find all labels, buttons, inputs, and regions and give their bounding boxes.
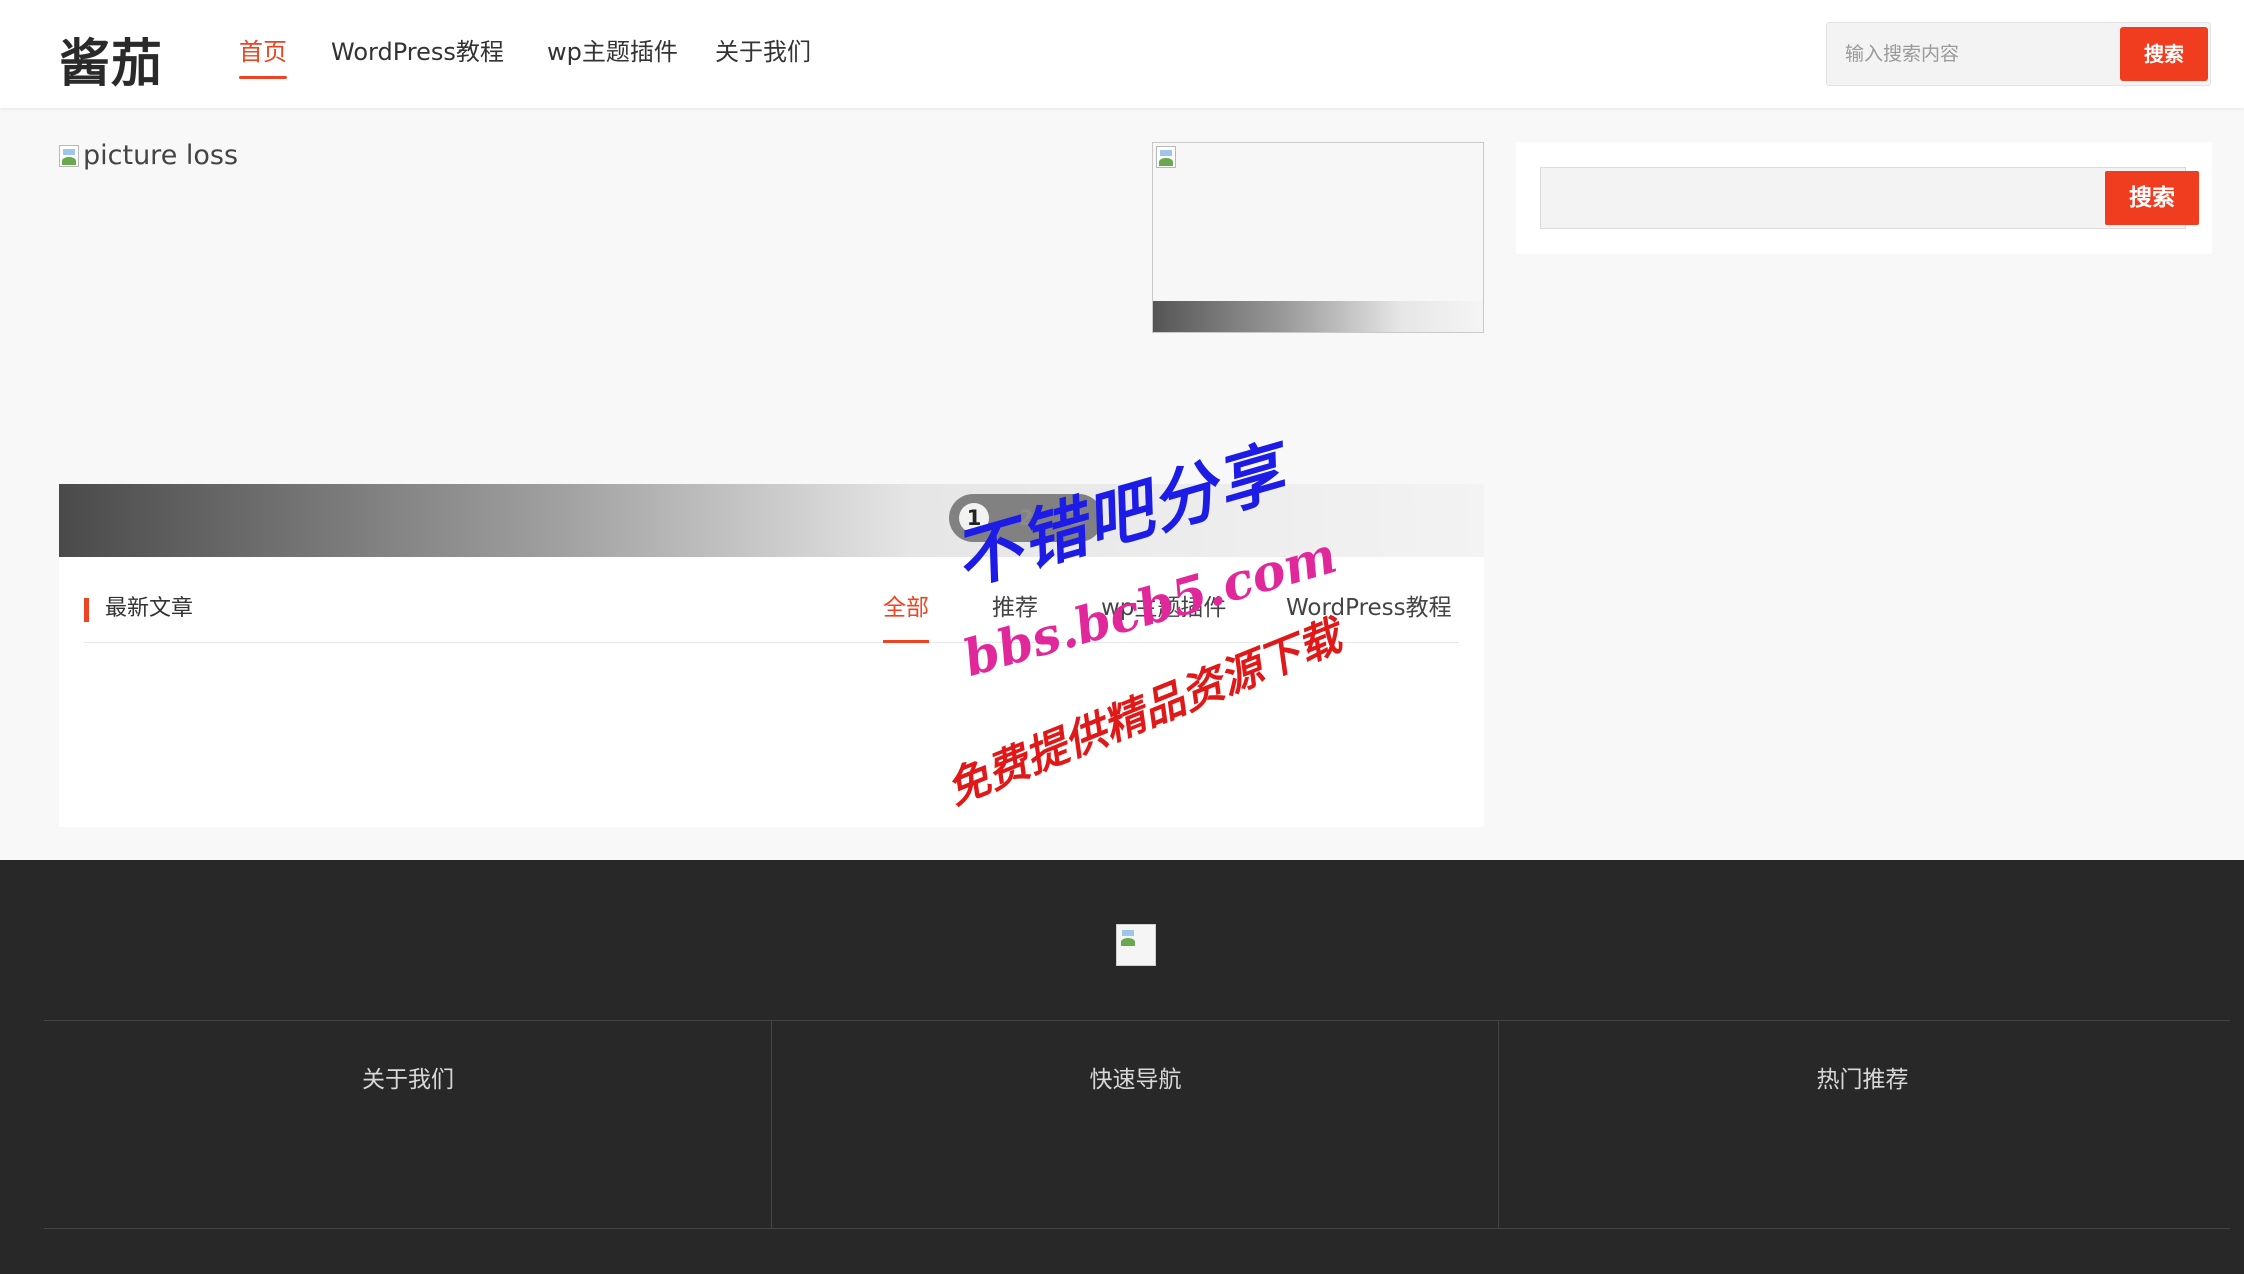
site-logo[interactable]: 酱茄: [59, 22, 163, 96]
tab-all[interactable]: 全部: [883, 593, 929, 643]
broken-image-icon: [59, 145, 79, 167]
broken-image-icon: [1156, 146, 1176, 168]
footer-logo[interactable]: [1116, 924, 1156, 966]
section-accent-bar: [84, 598, 89, 622]
section-title: 最新文章: [105, 596, 194, 621]
featured-thumbnail[interactable]: [1152, 142, 1484, 333]
footer-column-title: 快速导航: [1089, 1067, 1182, 1093]
slider-image[interactable]: picture loss: [59, 141, 238, 171]
header-search-box: 搜索: [1826, 22, 2211, 86]
nav-item-wp-theme-plugins[interactable]: wp主题插件: [547, 34, 678, 70]
site-header: 酱茄 首页 WordPress教程 wp主题插件 关于我们 搜索: [0, 0, 2244, 108]
sidebar-search-button[interactable]: 搜索: [2105, 171, 2199, 225]
footer-column-title: 关于我们: [362, 1067, 454, 1093]
header-search-input[interactable]: [1845, 35, 2105, 73]
footer-columns: 关于我们 快速导航 热门推荐: [44, 1020, 2230, 1229]
sidebar-search-widget: 搜索: [1516, 142, 2212, 254]
nav-item-about-us[interactable]: 关于我们: [715, 34, 811, 70]
broken-image-icon: [1119, 927, 1139, 949]
sidebar-search-box: 搜索: [1540, 167, 2199, 229]
nav-item-wordpress-tutorial[interactable]: WordPress教程: [331, 34, 504, 70]
footer-column-title: 热门推荐: [1816, 1067, 1909, 1093]
header-search-button[interactable]: 搜索: [2120, 27, 2208, 81]
footer-column-quick-nav: 快速导航: [771, 1021, 1499, 1228]
site-footer: 关于我们 快速导航 热门推荐: [0, 860, 2244, 1274]
nav-item-home[interactable]: 首页: [239, 34, 287, 79]
footer-column-about: 关于我们: [44, 1021, 772, 1228]
thumbnail-caption-bar: [1153, 301, 1483, 332]
footer-column-hot: 热门推荐: [1498, 1021, 2226, 1228]
slider-image-alt: picture loss: [83, 140, 239, 171]
sidebar-search-input[interactable]: [1555, 178, 2075, 218]
